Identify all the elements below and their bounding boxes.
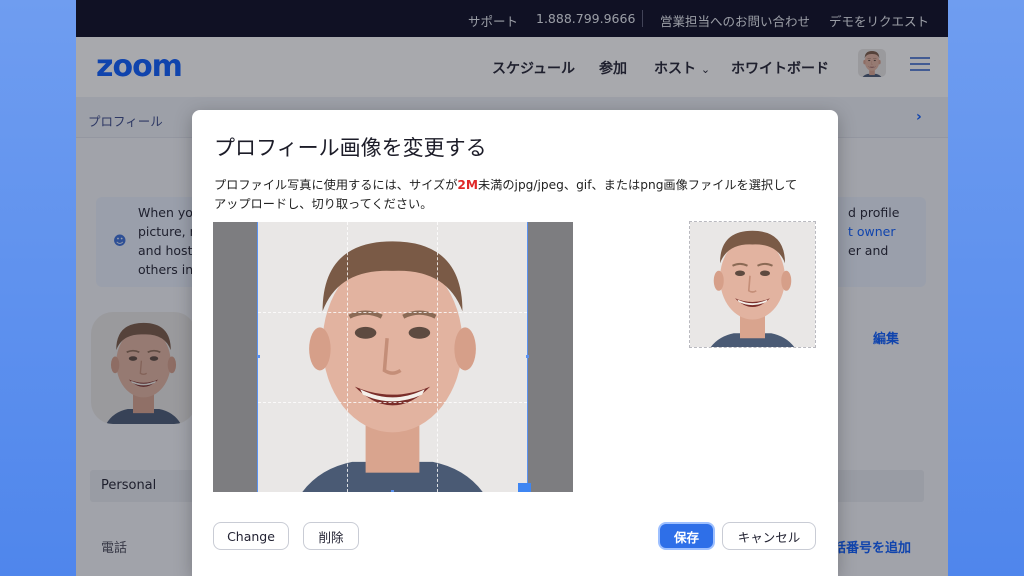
dialog-description: プロファイル写真に使用するには、サイズが2M未満のjpg/jpeg、gif、また… bbox=[214, 176, 814, 214]
crop-preview bbox=[689, 221, 816, 348]
image-crop-area[interactable] bbox=[213, 222, 573, 492]
desc-text: 未満のjpg/jpeg、gif、またはpng画像ファイルを選択して bbox=[478, 178, 798, 192]
crop-grid-line bbox=[258, 402, 527, 403]
crop-grid-line bbox=[347, 222, 348, 492]
change-image-button[interactable]: Change bbox=[213, 522, 289, 550]
cancel-button[interactable]: キャンセル bbox=[722, 522, 816, 550]
delete-image-button[interactable]: 削除 bbox=[303, 522, 359, 550]
crop-photo bbox=[258, 222, 527, 492]
size-limit-highlight: 2M bbox=[457, 178, 478, 192]
dialog-title: プロフィール画像を変更する bbox=[214, 136, 487, 160]
crop-grid-line bbox=[258, 312, 527, 313]
preview-photo bbox=[690, 222, 815, 347]
save-button[interactable]: 保存 bbox=[658, 522, 715, 550]
desc-text: アップロードし、切り取ってください。 bbox=[214, 197, 433, 211]
change-profile-picture-dialog: プロフィール画像を変更する プロファイル写真に使用するには、サイズが2M未満のj… bbox=[192, 110, 838, 576]
crop-handle-bottom[interactable] bbox=[391, 490, 394, 492]
crop-handle-right[interactable] bbox=[526, 355, 529, 358]
crop-handle-left[interactable] bbox=[257, 355, 260, 358]
crop-grid-line bbox=[437, 222, 438, 492]
crop-selection-box[interactable] bbox=[257, 222, 528, 492]
crop-resize-handle[interactable] bbox=[518, 483, 531, 492]
desc-text: プロファイル写真に使用するには、サイズが bbox=[214, 178, 458, 192]
